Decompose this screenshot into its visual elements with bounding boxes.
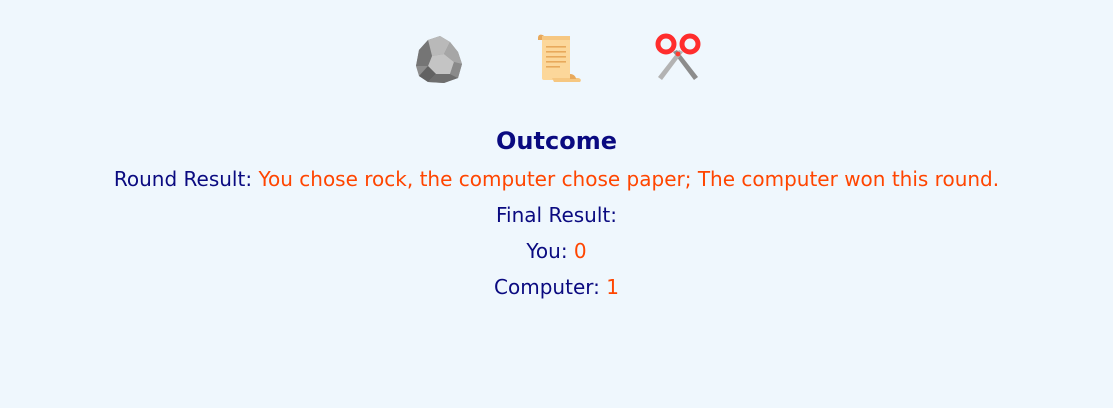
paper-button[interactable] <box>530 30 586 86</box>
you-score-value: 0 <box>573 239 587 263</box>
you-score-label: You: <box>526 239 568 263</box>
outcome-panel: Outcome Round Result: You chose rock, th… <box>0 125 1113 305</box>
choice-buttons <box>0 30 1113 90</box>
round-result-label: Round Result: <box>113 167 253 191</box>
paper-scroll-icon <box>538 34 581 82</box>
computer-score-value: 1 <box>606 275 619 299</box>
you-score-line: You: 0 <box>0 233 1113 269</box>
outcome-title: Outcome <box>496 127 617 155</box>
rock-button[interactable] <box>410 30 466 86</box>
scissors-icon <box>655 33 701 80</box>
computer-score-label: Computer: <box>494 275 600 299</box>
rock-icon <box>416 36 462 83</box>
round-result-text: You chose rock, the computer chose paper… <box>258 167 1000 191</box>
round-result: Round Result: You chose rock, the comput… <box>0 161 1113 197</box>
scissors-button[interactable] <box>650 30 706 86</box>
final-result-label: Final Result: <box>496 203 617 227</box>
computer-score-line: Computer: 1 <box>0 269 1113 305</box>
